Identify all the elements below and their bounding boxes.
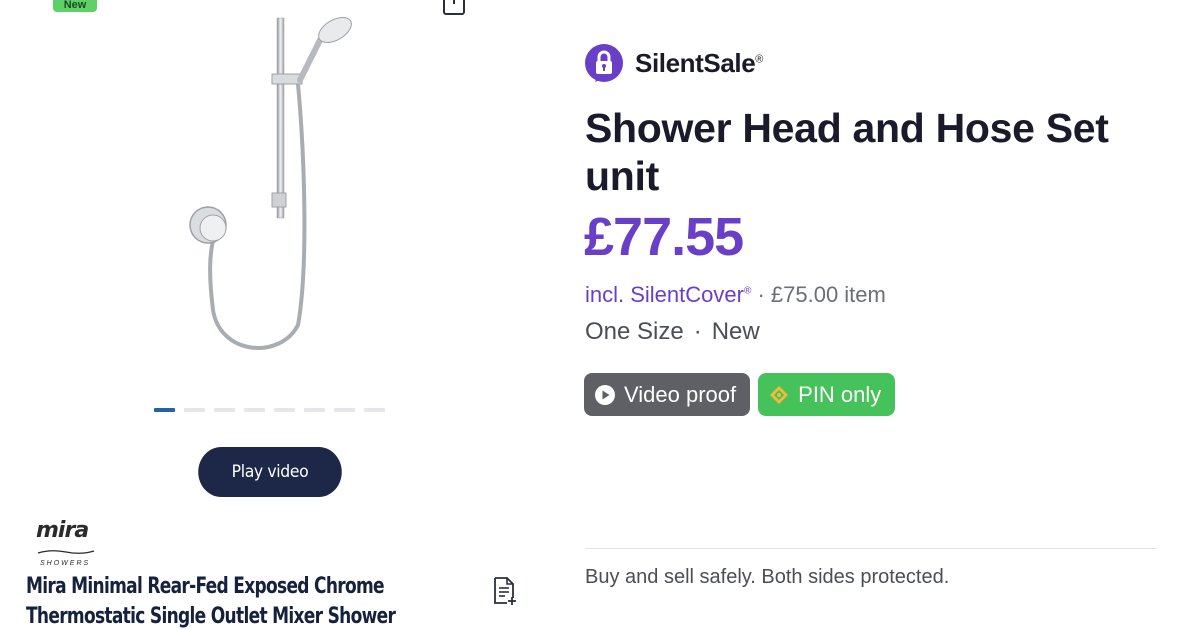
- listing-meta: One Size · New: [585, 318, 760, 346]
- video-proof-label: Video proof: [624, 381, 737, 407]
- carousel-dot[interactable]: [364, 408, 385, 412]
- carousel-dot[interactable]: [274, 408, 295, 412]
- new-badge: New: [53, 0, 97, 12]
- listing-tags: Video proof PIN only: [584, 373, 896, 416]
- document-add-icon[interactable]: [492, 576, 518, 606]
- brand-subtitle: SHOWERS: [40, 560, 91, 567]
- condition-label: New: [711, 318, 760, 345]
- product-image[interactable]: [180, 10, 380, 360]
- price-breakdown: incl. SilentCover® · £75.00 item: [585, 282, 886, 308]
- listing-price: £77.55: [584, 207, 744, 267]
- item-price: · £75.00 item: [757, 282, 886, 307]
- carousel-dot[interactable]: [334, 408, 355, 412]
- carousel-dot[interactable]: [244, 408, 265, 412]
- carousel-dot[interactable]: [214, 408, 235, 412]
- product-title: Mira Minimal Rear-Fed Exposed Chrome The…: [26, 572, 422, 630]
- brand-logo: mira SHOWERS: [36, 518, 98, 567]
- listing-page: New Play video mira SHOWERS Mira Minimal…: [0, 0, 1200, 630]
- carousel-dot[interactable]: [304, 408, 325, 412]
- lock-icon: [585, 44, 623, 82]
- silentcover-label: incl. SilentCover: [585, 282, 744, 307]
- carousel-indicator[interactable]: [154, 408, 385, 412]
- seller-name: SilentSale®: [635, 48, 763, 79]
- silentcover-link[interactable]: incl. SilentCover®: [585, 282, 751, 307]
- video-proof-tag[interactable]: Video proof: [584, 373, 751, 416]
- play-video-button[interactable]: Play video: [198, 447, 342, 497]
- brand-wave: [37, 550, 95, 554]
- meta-separator: ·: [693, 318, 702, 345]
- registered-mark: ®: [743, 285, 752, 297]
- carousel-dot[interactable]: [154, 408, 175, 412]
- product-title-line: Thermostatic Single Outlet Mixer Shower: [26, 604, 396, 629]
- play-icon: [595, 384, 615, 405]
- carousel-dot[interactable]: [184, 408, 205, 412]
- registered-mark: ®: [755, 52, 763, 65]
- share-icon[interactable]: [441, 0, 467, 16]
- brand-wordmark: mira: [36, 518, 89, 543]
- listing-title: Shower Head and Hose Set unit: [585, 105, 1109, 199]
- pin-only-label: PIN only: [798, 381, 882, 407]
- divider: [585, 548, 1157, 549]
- pin-only-tag[interactable]: PIN only: [758, 373, 896, 416]
- size-label: One Size: [585, 318, 684, 345]
- safety-message: Buy and sell safely. Both sides protecte…: [585, 566, 950, 588]
- pin-diamond-icon: [770, 385, 789, 404]
- seller-name-text: SilentSale: [635, 47, 756, 78]
- product-title-line: Mira Minimal Rear-Fed Exposed Chrome: [26, 574, 385, 599]
- seller-header[interactable]: SilentSale®: [585, 44, 763, 82]
